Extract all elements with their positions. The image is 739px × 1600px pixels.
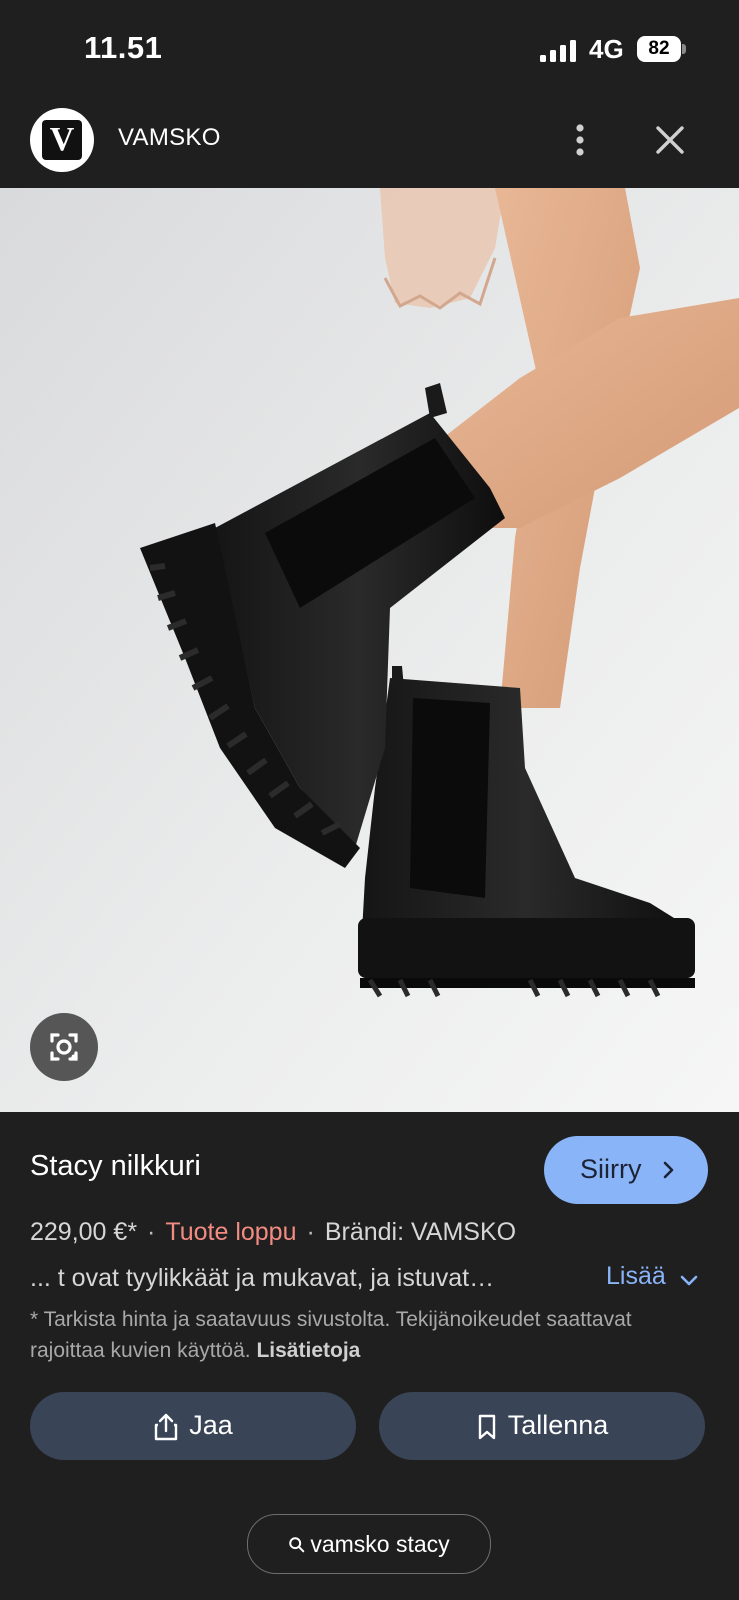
battery-level: 82 — [637, 36, 681, 62]
battery-cap — [682, 44, 686, 54]
save-label: Tallenna — [507, 1410, 609, 1440]
chevron-right-icon — [663, 1161, 674, 1179]
product-info-panel: Stacy nilkkuri Siirry 229,00 €* · Tuote lo… — [0, 1112, 739, 1600]
share-label: Jaa — [189, 1410, 233, 1440]
related-search-chip[interactable]: vamsko stacy — [247, 1514, 491, 1574]
signal-icon — [540, 40, 576, 62]
share-button[interactable]: Jaa — [30, 1392, 356, 1460]
product-brand: Brändi: VAMSKO — [324, 1218, 517, 1246]
site-logo[interactable]: V — [30, 108, 94, 172]
product-price: 229,00 €* — [30, 1218, 138, 1246]
disclaimer: * Tarkista hinta ja saatavuus sivustolta… — [30, 1304, 710, 1366]
app-header: V VAMSKO — [0, 100, 739, 188]
battery-icon: 82 — [637, 36, 687, 62]
share-icon — [155, 1413, 178, 1441]
separator-dot: · — [306, 1218, 315, 1246]
product-meta: 229,00 €* · Tuote loppu · Brändi: VAMSKO — [30, 1218, 516, 1247]
product-description: ... t ovat tyylikkäät ja mukavat, ja ist… — [30, 1264, 495, 1292]
separator-dot: · — [147, 1218, 156, 1246]
chevron-down-icon[interactable] — [680, 1274, 698, 1288]
more-link[interactable]: Lisää — [606, 1262, 666, 1291]
close-icon[interactable] — [650, 120, 690, 160]
site-name[interactable]: VAMSKO — [118, 124, 221, 152]
google-lens-icon — [50, 1033, 78, 1061]
visit-site-button[interactable]: Siirry — [544, 1136, 708, 1204]
more-vertical-icon[interactable] — [560, 120, 600, 160]
learn-more-link[interactable]: Lisätietoja — [256, 1339, 360, 1362]
visit-site-label: Siirry — [580, 1154, 642, 1184]
stock-status: Tuote loppu — [165, 1218, 297, 1246]
bookmark-icon — [478, 1414, 495, 1440]
search-icon — [289, 1537, 305, 1553]
network-type: 4G — [589, 34, 624, 64]
search-chip-query: vamsko stacy — [310, 1531, 450, 1557]
product-title: Stacy nilkkuri — [30, 1150, 201, 1182]
status-time: 11.51 — [84, 30, 163, 65]
status-bar: 11.51 4G 82 — [0, 0, 739, 100]
save-button[interactable]: Tallenna — [379, 1392, 705, 1460]
product-image[interactable] — [0, 188, 739, 1112]
logo-letter: V — [42, 120, 82, 160]
google-lens-button[interactable] — [30, 1013, 98, 1081]
